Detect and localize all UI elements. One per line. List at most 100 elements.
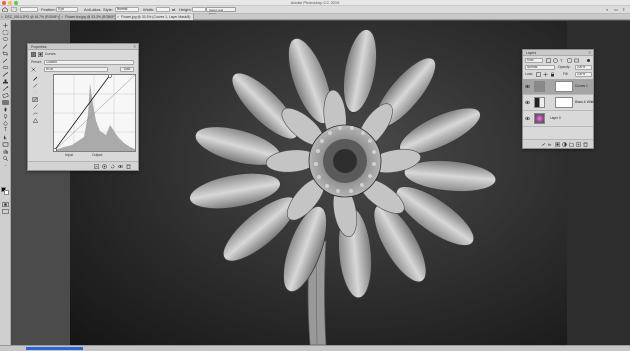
edit-points-icon[interactable] [32,97,38,102]
fill-input[interactable]: 100% [575,72,592,77]
smooth-curve-icon[interactable] [33,111,38,116]
zoom-tool-icon[interactable] [2,156,9,161]
draw-curve-icon[interactable] [33,104,38,109]
curves-graph[interactable] [53,74,136,152]
blend-mode-select[interactable]: Normal [525,65,555,70]
gradient-tool-icon[interactable] [2,100,9,105]
layer-kind-filter[interactable]: Kind [525,58,543,63]
type-tool-icon[interactable]: T [2,128,9,133]
blur-tool-icon[interactable] [2,107,9,112]
layers-panel-header[interactable]: Layers ≡ [523,50,593,56]
opacity-input[interactable]: 100% [575,65,592,70]
marquee-tool-icon[interactable] [11,7,18,12]
layer-name[interactable]: Layer 0 [550,116,561,121]
layer-row-curves[interactable]: Curves 1 [523,79,593,95]
home-icon[interactable] [2,7,9,12]
height-input[interactable] [192,7,206,12]
gerbera-flower-image [189,29,497,345]
new-group-icon[interactable] [569,142,574,147]
eraser-tool-icon[interactable] [2,93,9,98]
selection-mode-group[interactable] [20,7,38,12]
visibility-icon[interactable] [118,164,123,169]
filter-pixel-icon[interactable] [546,58,551,63]
pen-tool-icon[interactable] [2,121,9,126]
layer-mask-thumbnail[interactable] [555,97,573,108]
hand-tool-icon[interactable] [2,149,9,154]
swap-icon[interactable]: ⇄ [172,7,175,13]
screen-mode-icon[interactable] [2,209,9,214]
filter-toggle-icon[interactable] [586,58,591,63]
filter-smart-object-icon[interactable] [574,58,579,63]
search-icon[interactable]: ⌕ [606,7,608,13]
clip-to-layer-icon[interactable] [94,164,99,169]
delete-icon[interactable] [126,164,131,169]
width-input[interactable] [156,7,170,12]
channel-select[interactable]: RGB [44,67,108,72]
layer-mask-icon[interactable] [38,52,43,57]
panel-menu-icon[interactable]: ≡ [589,50,591,56]
more-tools-icon[interactable]: ··· [2,163,9,168]
clone-stamp-tool-icon[interactable] [2,79,9,84]
close-tab-icon[interactable]: × [61,14,63,20]
flower-photo[interactable] [70,21,567,345]
visibility-eye-icon[interactable] [525,84,530,89]
blend-mode-value: Normal [527,65,538,69]
workspace-icon[interactable]: ▭ [614,7,618,13]
dodge-tool-icon[interactable] [2,114,9,119]
history-brush-tool-icon[interactable] [2,86,9,91]
layer-row-layer-0[interactable]: Layer 0 [523,111,593,127]
add-mask-icon[interactable] [555,142,560,147]
select-and-mask-button[interactable]: Select and Mask... [206,7,236,16]
background-color-swatch[interactable] [4,190,9,195]
layer-row-black-white[interactable]: Black & White 1 [523,95,598,111]
properties-panel: Properties ≡ Curves Preset: Custom RGB A… [27,43,139,171]
preset-select[interactable]: Custom [44,60,134,65]
filter-adjustment-icon[interactable] [553,58,558,63]
brush-tool-icon[interactable] [2,72,9,77]
share-icon[interactable]: ⇪ [622,7,625,13]
quick-mask-icon[interactable] [2,202,9,207]
move-tool-icon[interactable] [2,23,9,28]
auto-button[interactable]: Auto [120,67,134,72]
sample-white-point-icon[interactable] [33,90,38,95]
sample-gray-point-icon[interactable] [33,83,38,88]
lasso-tool-icon[interactable] [2,37,9,42]
lock-position-icon[interactable] [543,72,548,77]
feather-input[interactable]: 0 px [56,7,78,12]
layer-style-icon[interactable]: fx [548,142,553,147]
new-layer-icon[interactable] [576,142,581,147]
on-image-adjust-icon[interactable] [31,67,36,72]
new-adjustment-layer-icon[interactable] [562,142,567,147]
properties-panel-header[interactable]: Properties ≡ [28,44,138,50]
lock-label: Lock: [525,72,534,76]
path-selection-tool-icon[interactable] [2,135,9,140]
filter-type-icon[interactable]: T [560,58,565,63]
panel-menu-icon[interactable]: ≡ [134,44,136,50]
eyedropper-tool-icon[interactable] [2,58,9,63]
crop-tool-icon[interactable] [2,51,9,56]
antialias-label[interactable]: Anti-alias [84,7,100,13]
feather-label: Feather: [41,7,56,12]
style-select[interactable]: Normal [115,7,139,12]
visibility-eye-icon[interactable] [525,100,530,105]
layer-name[interactable]: Black & White 1 [575,100,598,105]
reset-icon[interactable] [110,164,115,169]
document-tab-active[interactable]: × Flower.jpg @ 33.3% (Curves 1, Layer Ma… [116,14,194,20]
delete-layer-icon[interactable] [583,142,588,147]
sample-black-point-icon[interactable] [33,76,38,81]
clipping-warning-icon[interactable] [33,118,38,123]
rectangle-tool-icon[interactable] [2,142,9,147]
document-tab[interactable]: × Flower-bw.jpg @ 33.3% (RGB/8*) [60,14,116,20]
link-layers-icon[interactable] [541,142,546,147]
healing-brush-tool-icon[interactable] [2,65,9,70]
view-previous-state-icon[interactable] [102,164,107,169]
lock-pixels-icon[interactable] [536,72,541,77]
layer-name[interactable]: Curves 1 [575,84,588,89]
lock-all-icon[interactable] [550,72,555,77]
layer-mask-thumbnail[interactable] [555,81,573,92]
filter-shape-icon[interactable] [567,58,572,63]
close-tab-icon[interactable]: × [117,14,119,20]
quick-select-tool-icon[interactable] [2,44,9,49]
marquee-tool-icon[interactable] [2,30,9,35]
visibility-eye-icon[interactable] [525,116,530,121]
